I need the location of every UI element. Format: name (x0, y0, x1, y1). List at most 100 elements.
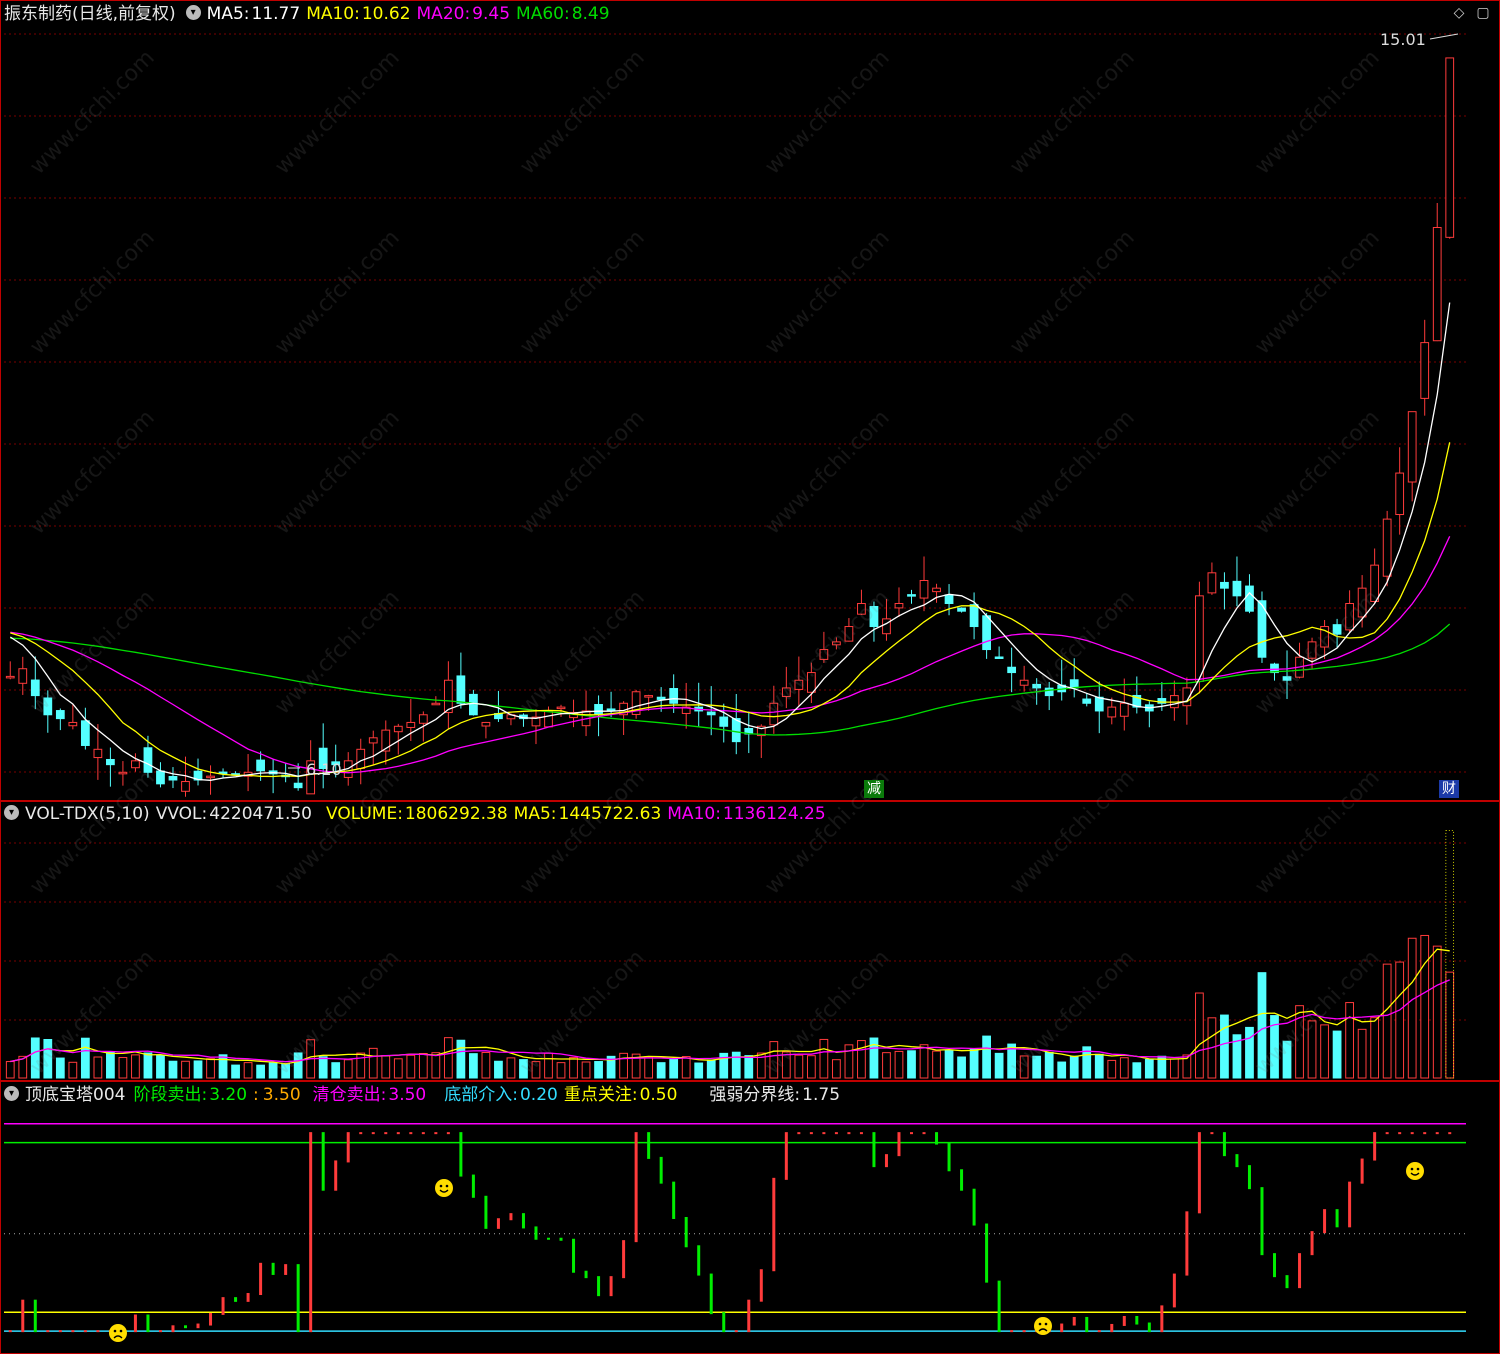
tower-bar (684, 1217, 688, 1248)
tower-bar (196, 1323, 200, 1329)
ma5-label: MA5: (206, 4, 250, 24)
volume-bar (381, 1055, 391, 1079)
indicator-toggle-icon[interactable]: ▾ (185, 5, 201, 20)
volume-pane-header: ▾ VOL-TDX(5,10) VVOL: 4220471.50 VOLUME: 1806… (0, 801, 832, 827)
volume-bar (5, 1061, 15, 1079)
candle-body (5, 675, 15, 679)
candle-body (1420, 342, 1430, 399)
candle-body (731, 718, 741, 743)
volume-bar (794, 1054, 804, 1079)
candle-body (869, 605, 879, 628)
kline-chart-canvas[interactable] (0, 0, 1500, 1354)
tower-bar (1185, 1211, 1189, 1276)
candle-body (594, 704, 603, 716)
candle-body (206, 775, 215, 779)
tower-bar (709, 1273, 713, 1315)
candle-body (1232, 580, 1242, 597)
indicator-title: 顶底宝塔004 (25, 1085, 126, 1105)
candle-body (806, 672, 816, 693)
tower-bar (346, 1132, 350, 1163)
candle-body (1195, 595, 1204, 682)
volume-bar (706, 1059, 716, 1079)
vvol-value: 4220471.50 (209, 804, 312, 824)
tower-bar (997, 1280, 1001, 1333)
candle-body (957, 607, 966, 612)
ma5-line (9, 302, 1451, 781)
volume-bar (1407, 937, 1417, 1079)
candle-body (1094, 696, 1104, 712)
bottom-entry-value: 0.20 (519, 1085, 558, 1105)
tower-bar (534, 1226, 538, 1240)
volume-bar (481, 1052, 491, 1079)
volume-bar (1044, 1051, 1054, 1079)
candle-body (1370, 564, 1380, 602)
tower-bar (1072, 1316, 1076, 1326)
volume-bar (281, 1063, 291, 1079)
candle-body (80, 720, 90, 746)
tower-bar (1323, 1209, 1327, 1234)
diamond-icon[interactable]: ◇ (1452, 6, 1466, 20)
volume-bar (418, 1053, 428, 1079)
volume-bar (819, 1038, 829, 1079)
tower-bar (834, 1132, 838, 1135)
candle-body (1032, 683, 1042, 689)
bottom-sad-face-icon (1034, 1317, 1052, 1335)
stage-sell-value: 3.20 (209, 1085, 248, 1105)
tower-bar (259, 1262, 263, 1296)
tower-bar (321, 1132, 325, 1191)
candle-body (106, 758, 115, 766)
volume-toggle-icon[interactable]: ▾ (4, 805, 19, 820)
candle-body (994, 656, 1004, 659)
tower-bar (1060, 1323, 1064, 1333)
bottom-entry-label: 底部介入: (444, 1085, 518, 1105)
tower-bar (371, 1132, 375, 1135)
candle-body (406, 721, 416, 728)
candle-body (819, 649, 829, 660)
tower-bar (622, 1240, 626, 1279)
volume-bar (994, 1052, 1004, 1079)
candle-body (469, 693, 478, 716)
volume-bar (781, 1051, 791, 1079)
tower-bar (985, 1223, 989, 1283)
tower-bar (797, 1132, 801, 1135)
volume-title: VOL-TDX(5,10) (25, 804, 150, 824)
tower-bar (822, 1132, 826, 1135)
tower-bar (747, 1299, 751, 1333)
volume-bar (1257, 972, 1267, 1079)
volume-bar (68, 1061, 78, 1079)
main-pane-header: 振东制药(日线,前复权) ▾ MA5: 11.77 MA10: 10.62 MA20: 9.4… (0, 1, 616, 27)
candle-body (1282, 676, 1292, 681)
tower-bar (922, 1132, 926, 1135)
financial-report-marker[interactable]: 财 (1439, 780, 1459, 798)
tower-bar (296, 1264, 300, 1333)
volume-bar (1032, 1055, 1042, 1079)
volume-bar (143, 1052, 153, 1079)
volume-bar (1144, 1058, 1154, 1079)
volume-bar (669, 1058, 679, 1079)
volume-bar (106, 1051, 115, 1079)
candle-body (1107, 706, 1117, 718)
indicator-pane-toggle-icon[interactable]: ▾ (4, 1086, 19, 1101)
tower-bar (672, 1181, 676, 1219)
candle-body (418, 714, 428, 724)
maximize-icon[interactable]: ▢ (1476, 6, 1490, 20)
tower-bar (910, 1132, 913, 1135)
tower-bar (1310, 1231, 1314, 1256)
volume-bar (193, 1060, 203, 1079)
tower-bar (847, 1132, 851, 1135)
candle-body (769, 702, 779, 726)
tower-bar (1197, 1132, 1201, 1214)
candle-body (356, 748, 366, 769)
volume-bar (206, 1058, 215, 1079)
tower-bar (772, 1177, 776, 1272)
candle-body (894, 603, 904, 609)
volume-bar (93, 1056, 103, 1079)
tower-bar (21, 1299, 25, 1333)
candle-body (544, 710, 553, 728)
tower-bar (1273, 1253, 1276, 1278)
candle-body (781, 687, 791, 698)
tower-bar (597, 1276, 601, 1297)
tower-bar (1423, 1132, 1427, 1135)
tower-bar (647, 1132, 651, 1159)
reduce-holding-marker[interactable]: 减 (864, 780, 884, 798)
